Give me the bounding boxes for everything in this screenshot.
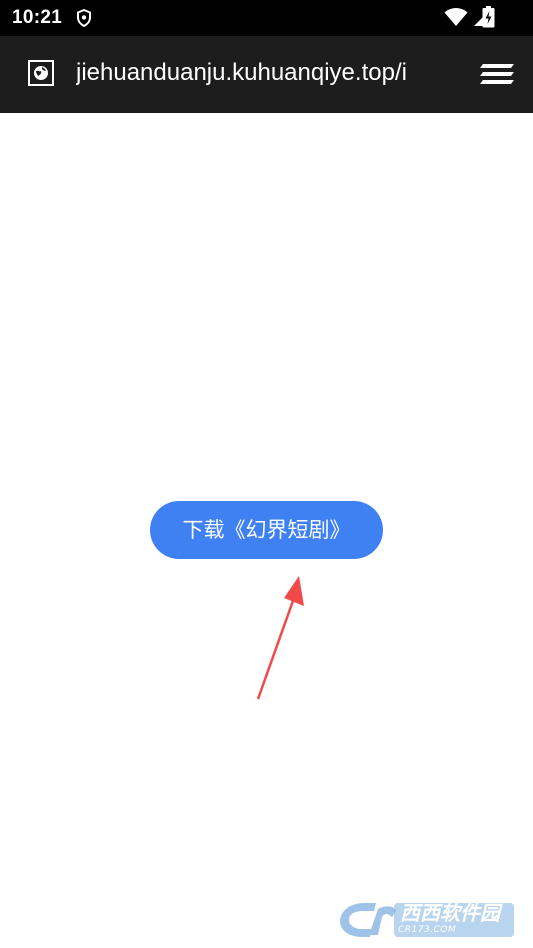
watermark-brand: 西西软件园 <box>400 901 500 925</box>
battery-charging-icon <box>482 6 495 28</box>
page-content: 下载《幻界短剧》 西西软件园 CR173.COM <box>0 113 533 948</box>
status-bar: 10:21 <box>0 0 533 36</box>
globe-icon[interactable] <box>28 60 54 86</box>
download-button[interactable]: 下载《幻界短剧》 <box>150 501 383 559</box>
wifi-icon <box>444 8 468 26</box>
url-text[interactable]: jiehuanduanju.kuhuanqiye.top/i <box>76 58 449 88</box>
menu-icon[interactable] <box>478 60 516 88</box>
annotation-arrow-icon <box>256 576 304 700</box>
globe-icon-graphic <box>34 66 48 80</box>
shield-icon <box>77 9 91 27</box>
browser-url-bar: jiehuanduanju.kuhuanqiye.top/i <box>0 36 533 113</box>
status-time: 10:21 <box>12 7 63 28</box>
watermark-domain: CR173.COM <box>398 925 457 935</box>
